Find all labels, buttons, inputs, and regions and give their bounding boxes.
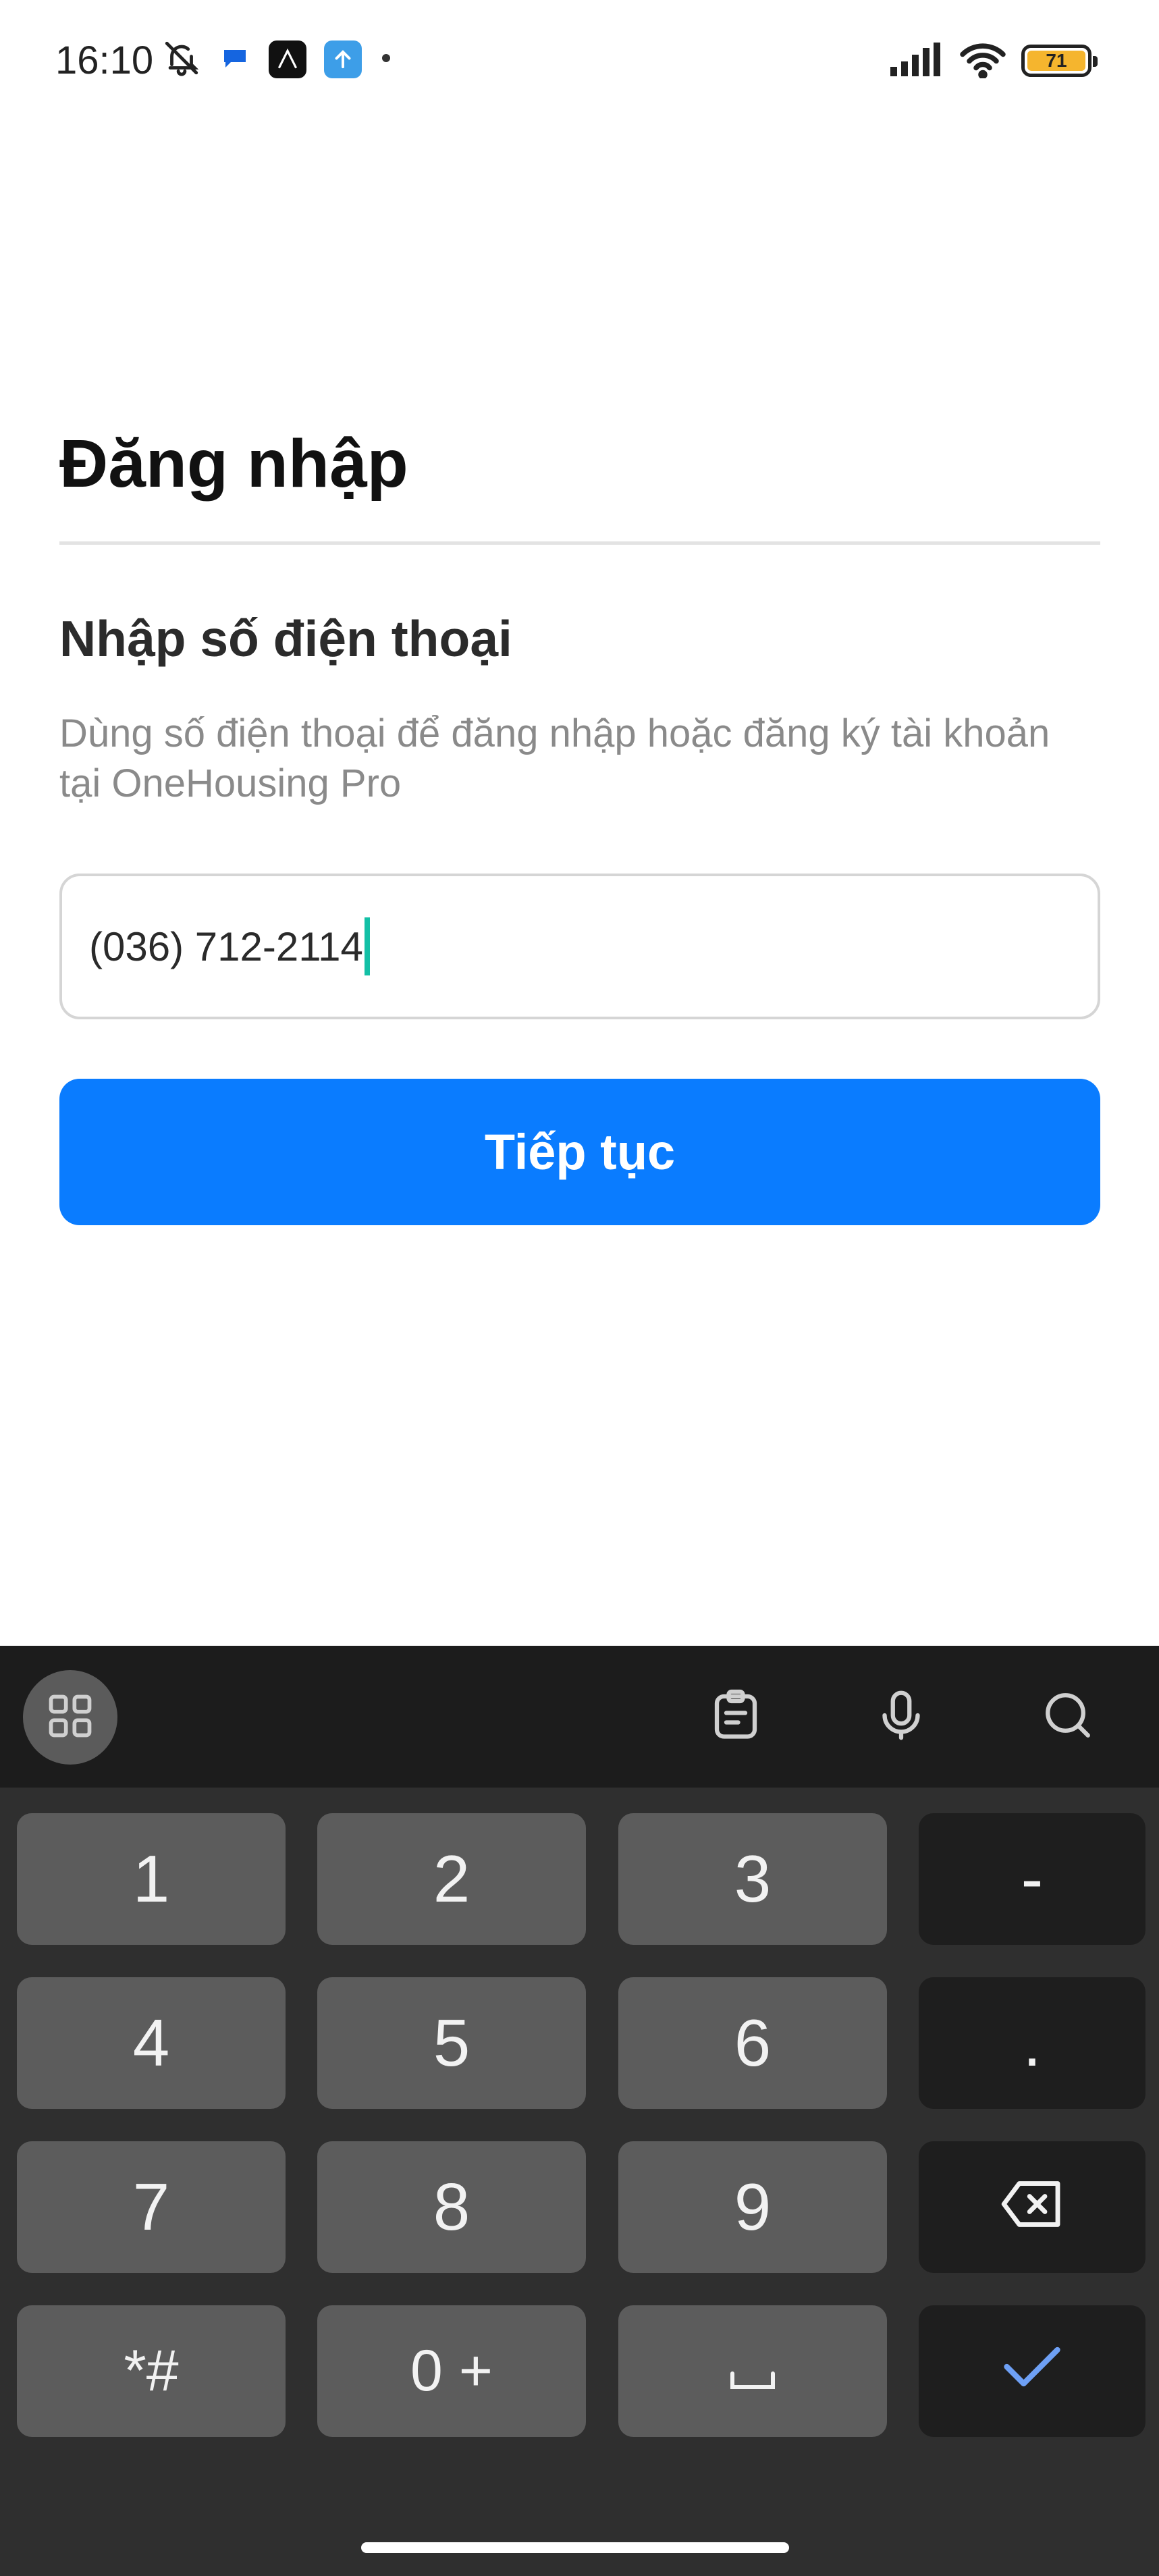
app-icon-dark <box>269 41 306 78</box>
key-dot[interactable]: . <box>919 1977 1145 2109</box>
phone-heading: Nhập số điện thoại <box>59 610 512 667</box>
signal-icon <box>890 42 944 80</box>
status-bar: 16:10 71 <box>0 0 1159 125</box>
backspace-key[interactable] <box>919 2141 1145 2273</box>
confirm-check-icon <box>998 2333 1066 2409</box>
clipboard-icon <box>707 1687 764 1747</box>
key-4[interactable]: 4 <box>17 1977 286 2109</box>
microphone-icon <box>873 1687 929 1747</box>
key-1[interactable]: 1 <box>17 1813 286 1945</box>
upload-app-icon <box>324 41 362 78</box>
phone-input[interactable]: (036) 712-2114 <box>59 874 1100 1019</box>
key-symbols[interactable]: *# <box>17 2305 286 2437</box>
text-caret <box>364 917 370 975</box>
phone-description: Dùng số điện thoại để đăng nhập hoặc đăn… <box>59 712 1050 805</box>
status-right-icons: 71 <box>890 41 1098 82</box>
chat-bubble-icon <box>219 42 251 78</box>
confirm-key[interactable] <box>919 2305 1145 2437</box>
keyboard-search-button[interactable] <box>1027 1673 1108 1761</box>
space-key[interactable] <box>618 2305 887 2437</box>
key-6[interactable]: 6 <box>618 1977 887 2109</box>
key-3[interactable]: 3 <box>618 1813 887 1945</box>
key-dash[interactable]: - <box>919 1813 1145 1945</box>
bell-off-icon <box>162 38 201 81</box>
keyboard-menu-button[interactable] <box>23 1670 117 1765</box>
battery-level: 71 <box>1027 50 1085 71</box>
battery-icon: 71 <box>1021 45 1098 77</box>
grid-menu-icon <box>45 1690 96 1745</box>
space-icon <box>726 2333 780 2409</box>
key-5[interactable]: 5 <box>317 1977 586 2109</box>
title-divider <box>59 541 1100 545</box>
continue-button[interactable]: Tiếp tục <box>59 1079 1100 1225</box>
keyboard-toolbar <box>0 1646 1159 1788</box>
numeric-keyboard: 1 2 3 - 4 5 6 . 7 8 9 *# 0 + <box>0 1646 1159 2576</box>
wifi-icon <box>959 41 1006 82</box>
page-title: Đăng nhập <box>59 426 408 502</box>
key-2[interactable]: 2 <box>317 1813 586 1945</box>
phone-input-value: (036) 712-2114 <box>89 923 363 969</box>
status-time: 16:10 <box>55 38 154 82</box>
dot-icon <box>379 51 393 68</box>
search-icon <box>1040 1687 1096 1747</box>
key-7[interactable]: 7 <box>17 2141 286 2273</box>
clipboard-button[interactable] <box>695 1673 776 1761</box>
status-left-icons <box>162 39 393 80</box>
home-indicator[interactable] <box>361 2542 789 2553</box>
key-9[interactable]: 9 <box>618 2141 887 2273</box>
backspace-icon <box>998 2169 1066 2245</box>
voice-input-button[interactable] <box>861 1673 942 1761</box>
key-8[interactable]: 8 <box>317 2141 586 2273</box>
key-zero-plus[interactable]: 0 + <box>317 2305 586 2437</box>
